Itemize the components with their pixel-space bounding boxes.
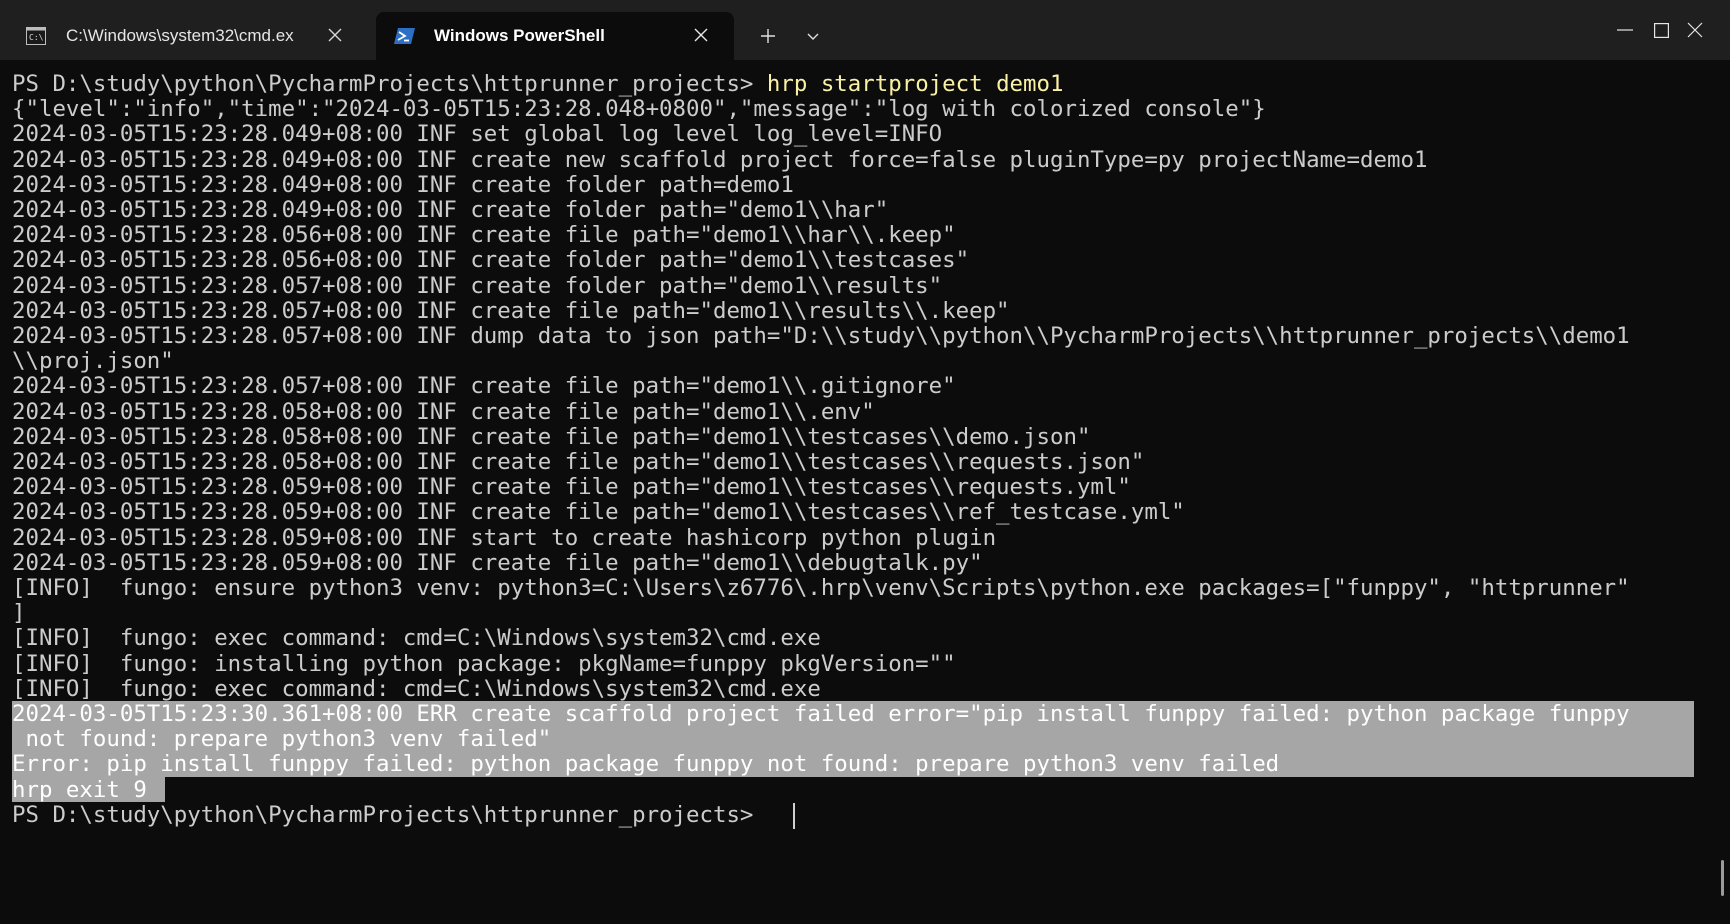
output-line: [INFO] fungo: exec command: cmd=C:\Windo… <box>12 625 821 652</box>
scrollbar[interactable] <box>1721 860 1724 896</box>
close-icon <box>1687 22 1703 38</box>
chevron-down-icon <box>807 33 819 40</box>
output-line: 2024-03-05T15:23:28.057+08:00 INF create… <box>12 297 1010 324</box>
tab-cmd[interactable]: C:\ C:\Windows\system32\cmd.ex <box>8 12 368 60</box>
output-line: 2024-03-05T15:23:28.059+08:00 INF create… <box>12 499 1185 526</box>
selected-output-line: not found: prepare python3 venv failed" <box>12 726 552 753</box>
selected-output-line: hrp exit 9 <box>12 776 147 803</box>
close-icon[interactable] <box>324 24 346 46</box>
output-line: 2024-03-05T15:23:28.059+08:00 INF create… <box>12 549 983 576</box>
final-prompt-line: PS D:\study\python\PycharmProjects\httpr… <box>12 801 767 829</box>
output-line: 2024-03-05T15:23:28.058+08:00 INF create… <box>12 398 875 425</box>
output-line: 2024-03-05T15:23:28.058+08:00 INF create… <box>12 449 1145 475</box>
output-line: 2024-03-05T15:23:28.056+08:00 INF create… <box>12 222 956 249</box>
prompt-text: PS D:\study\python\PycharmProjects\httpr… <box>12 801 767 828</box>
output-line: \\proj.json" <box>12 348 174 375</box>
output-line: 2024-03-05T15:23:28.056+08:00 INF create… <box>12 247 970 274</box>
text-cursor <box>793 802 795 829</box>
tab-bar: C:\ C:\Windows\system32\cmd.ex Windows P… <box>0 0 1730 60</box>
tab-powershell[interactable]: Windows PowerShell <box>376 12 734 60</box>
output-line: 2024-03-05T15:23:28.059+08:00 INF create… <box>12 474 1131 501</box>
command-text: hrp startproject demo1 <box>766 71 1064 97</box>
output-line: 2024-03-05T15:23:28.059+08:00 INF start … <box>12 524 997 551</box>
svg-text:C:\: C:\ <box>29 33 44 42</box>
selected-output-line: Error: pip install funppy failed: python… <box>12 751 1280 778</box>
terminal-output[interactable]: PS D:\study\python\PycharmProjects\httpr… <box>0 60 1730 924</box>
powershell-icon <box>394 27 415 45</box>
output-line: 2024-03-05T15:23:28.058+08:00 INF create… <box>12 423 1091 450</box>
terminal-window: C:\ C:\Windows\system32\cmd.ex Windows P… <box>0 0 1730 924</box>
prompt-text: PS D:\study\python\PycharmProjects\httpr… <box>12 71 767 97</box>
output-line: 2024-03-05T15:23:28.049+08:00 INF create… <box>12 146 1428 173</box>
output-line: [INFO] fungo: ensure python3 venv: pytho… <box>12 575 1630 601</box>
selected-output-line: 2024-03-05T15:23:30.361+08:00 ERR create… <box>12 701 1630 727</box>
output-line: [INFO] fungo: installing python package:… <box>12 650 956 677</box>
tab-powershell-label: Windows PowerShell <box>434 26 605 45</box>
close-window-button[interactable] <box>1660 0 1730 60</box>
close-icon[interactable] <box>690 24 712 46</box>
plus-icon <box>761 29 775 43</box>
tab-dropdown-button[interactable] <box>796 18 830 54</box>
output-line: {"level":"info","time":"2024-03-05T15:23… <box>12 96 1266 123</box>
new-tab-button[interactable] <box>748 18 788 54</box>
prompt-line: PS D:\study\python\PycharmProjects\httpr… <box>12 70 1063 98</box>
tab-cmd-label: C:\Windows\system32\cmd.ex <box>66 26 294 45</box>
output-line: 2024-03-05T15:23:28.057+08:00 INF create… <box>12 272 943 299</box>
output-line: 2024-03-05T15:23:28.057+08:00 INF dump d… <box>12 323 1630 349</box>
output-line: ] <box>12 600 26 627</box>
cmd-icon: C:\ <box>26 27 46 45</box>
output-line: 2024-03-05T15:23:28.049+08:00 INF create… <box>12 171 794 198</box>
output-line: 2024-03-05T15:23:28.057+08:00 INF create… <box>12 373 956 400</box>
output-line: [INFO] fungo: exec command: cmd=C:\Windo… <box>12 675 821 702</box>
output-line: 2024-03-05T15:23:28.049+08:00 INF create… <box>12 197 889 223</box>
output-line: 2024-03-05T15:23:28.049+08:00 INF set gl… <box>12 121 943 148</box>
